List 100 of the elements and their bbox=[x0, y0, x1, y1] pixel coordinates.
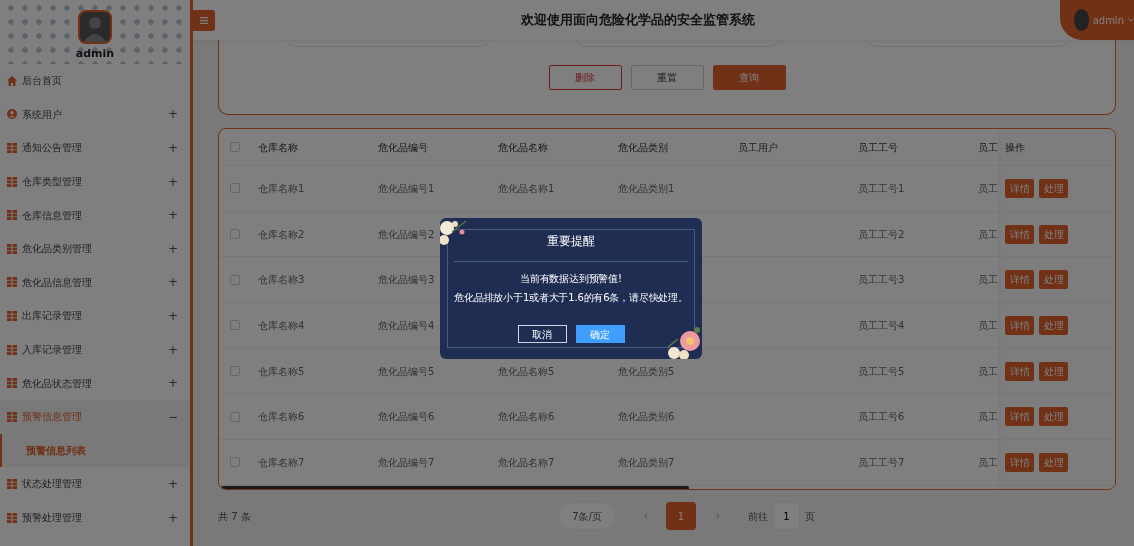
table-cell: 员工 bbox=[978, 274, 998, 286]
grid-icon bbox=[7, 176, 17, 187]
grid-icon bbox=[7, 243, 17, 254]
user-menu[interactable]: admin bbox=[1060, 0, 1134, 40]
caret-icon bbox=[1128, 18, 1134, 22]
sidebar-item[interactable]: 仓库信息管理 + bbox=[0, 198, 190, 232]
table-cell: 员工 bbox=[978, 182, 998, 194]
avatar bbox=[78, 10, 112, 44]
table-cell: 仓库名称5 bbox=[258, 365, 305, 377]
sidebar-item[interactable]: 危化品信息管理 + bbox=[0, 265, 190, 300]
table-cell: 员工工号2 bbox=[858, 228, 905, 240]
table-cell: 危化品类别1 bbox=[618, 182, 675, 194]
expand-toggle[interactable]: + bbox=[167, 139, 178, 157]
detail-button[interactable]: 详情 bbox=[1005, 452, 1034, 472]
page-size-select[interactable]: 7条/页 bbox=[558, 502, 616, 530]
column-header: 员工工号 bbox=[857, 140, 899, 155]
process-button[interactable]: 处理 bbox=[1039, 452, 1068, 472]
table-cell: 员工工号1 bbox=[858, 182, 905, 194]
grid-icon bbox=[7, 478, 17, 489]
table-cell: 危化品名称7 bbox=[498, 456, 555, 468]
process-button[interactable]: 处理 bbox=[1039, 407, 1068, 427]
detail-button[interactable]: 详情 bbox=[1005, 407, 1034, 427]
home-icon bbox=[7, 75, 17, 86]
goto-label: 前往 bbox=[748, 509, 768, 524]
table-cell: 仓库名称1 bbox=[258, 182, 305, 194]
row-checkbox[interactable] bbox=[230, 320, 240, 331]
detail-button[interactable]: 详情 bbox=[1005, 361, 1034, 381]
row-checkbox[interactable] bbox=[230, 457, 240, 468]
expand-toggle[interactable]: + bbox=[167, 340, 178, 359]
table-cell: 危化品类别6 bbox=[618, 411, 675, 423]
expand-toggle[interactable]: + bbox=[167, 206, 178, 225]
sidebar-item[interactable]: 危化品状态管理 + bbox=[0, 366, 190, 400]
table-cell: 危化品编号6 bbox=[378, 411, 435, 423]
reset-button[interactable]: 重置 bbox=[630, 65, 704, 90]
sidebar-item[interactable]: 后台首页 bbox=[0, 64, 190, 98]
row-checkbox[interactable] bbox=[230, 183, 240, 194]
row-checkbox[interactable] bbox=[230, 274, 240, 285]
select-all-checkbox[interactable] bbox=[230, 142, 240, 152]
detail-button[interactable]: 详情 bbox=[1005, 270, 1034, 290]
detail-button[interactable]: 详情 bbox=[1005, 224, 1034, 244]
user-name: admin bbox=[75, 46, 115, 62]
page-input[interactable]: 1 bbox=[773, 502, 800, 530]
process-button[interactable]: 处理 bbox=[1039, 224, 1068, 244]
collapse-toggle[interactable]: − bbox=[167, 407, 178, 426]
dialog-title: 重要提醒 bbox=[547, 233, 595, 250]
process-button[interactable]: 处理 bbox=[1039, 315, 1068, 335]
table-cell: 仓库名称4 bbox=[258, 319, 305, 331]
total-count: 共 7 条 bbox=[218, 509, 252, 524]
user-icon bbox=[7, 109, 17, 120]
column-header: 员工 bbox=[977, 140, 999, 155]
expand-toggle[interactable]: + bbox=[167, 273, 178, 292]
table-cell: 员工工号3 bbox=[858, 274, 905, 286]
expand-toggle[interactable]: + bbox=[167, 239, 178, 258]
scrollbar[interactable] bbox=[221, 486, 689, 489]
submenu-item[interactable]: 预警信息列表 bbox=[0, 433, 190, 468]
sidebar-item[interactable]: 状态处理管理 + bbox=[0, 467, 190, 501]
sidebar-item[interactable]: 危化品类别管理 + bbox=[0, 231, 190, 266]
sidebar-item[interactable]: 通知公告管理 + bbox=[0, 131, 190, 165]
grid-icon bbox=[7, 512, 17, 523]
table-cell: 仓库名称7 bbox=[258, 456, 305, 468]
delete-button[interactable]: 删除 bbox=[548, 65, 622, 90]
sidebar-item[interactable]: 预警信息管理 − bbox=[0, 399, 190, 434]
page-button[interactable]: 1 bbox=[666, 502, 696, 530]
cancel-button[interactable]: 取消 bbox=[517, 325, 567, 343]
expand-toggle[interactable]: + bbox=[167, 508, 178, 527]
user-name: admin bbox=[1092, 13, 1124, 28]
table-cell: 仓库名称3 bbox=[258, 274, 305, 286]
column-header: 操作 bbox=[1005, 140, 1025, 155]
process-button[interactable]: 处理 bbox=[1039, 270, 1068, 290]
confirm-button[interactable]: 确定 bbox=[575, 325, 625, 343]
sidebar-item[interactable]: 入库记录管理 + bbox=[0, 332, 190, 367]
table-cell: 员工 bbox=[978, 228, 998, 240]
row-checkbox[interactable] bbox=[230, 229, 240, 240]
expand-toggle[interactable]: + bbox=[167, 172, 178, 191]
row-checkbox[interactable] bbox=[230, 411, 240, 422]
sidebar-item[interactable]: 仓库类型管理 + bbox=[0, 164, 190, 199]
expand-toggle[interactable]: + bbox=[167, 105, 178, 124]
grid-icon bbox=[7, 411, 17, 422]
table-cell: 危化品编号7 bbox=[378, 456, 435, 468]
sidebar-item[interactable]: 出库记录管理 + bbox=[0, 299, 190, 333]
table-cell: 仓库名称2 bbox=[258, 228, 305, 240]
row-checkbox[interactable] bbox=[230, 366, 240, 377]
table-cell: 危化品类别5 bbox=[618, 365, 675, 377]
expand-toggle[interactable]: + bbox=[167, 474, 178, 493]
detail-button[interactable]: 详情 bbox=[1005, 178, 1034, 198]
search-button[interactable]: 查询 bbox=[712, 65, 786, 90]
table-cell: 危化品名称5 bbox=[498, 365, 555, 377]
expand-toggle[interactable]: + bbox=[167, 374, 178, 393]
sidebar-item[interactable]: 预警处理管理 + bbox=[0, 500, 190, 535]
menu-button[interactable] bbox=[193, 9, 215, 31]
process-button[interactable]: 处理 bbox=[1039, 361, 1068, 381]
table-cell: 员工 bbox=[978, 319, 998, 331]
grid-icon bbox=[7, 310, 17, 321]
detail-button[interactable]: 详情 bbox=[1005, 315, 1034, 335]
page-title: 欢迎使用面向危险化学品的安全监管系统 bbox=[519, 10, 756, 29]
process-button[interactable]: 处理 bbox=[1039, 178, 1068, 198]
dialog-message: 当前有数据达到预警值! bbox=[520, 272, 622, 286]
expand-toggle[interactable]: + bbox=[167, 306, 178, 325]
sidebar-item[interactable]: 系统用户 + bbox=[0, 97, 190, 132]
grid-icon bbox=[7, 210, 17, 221]
